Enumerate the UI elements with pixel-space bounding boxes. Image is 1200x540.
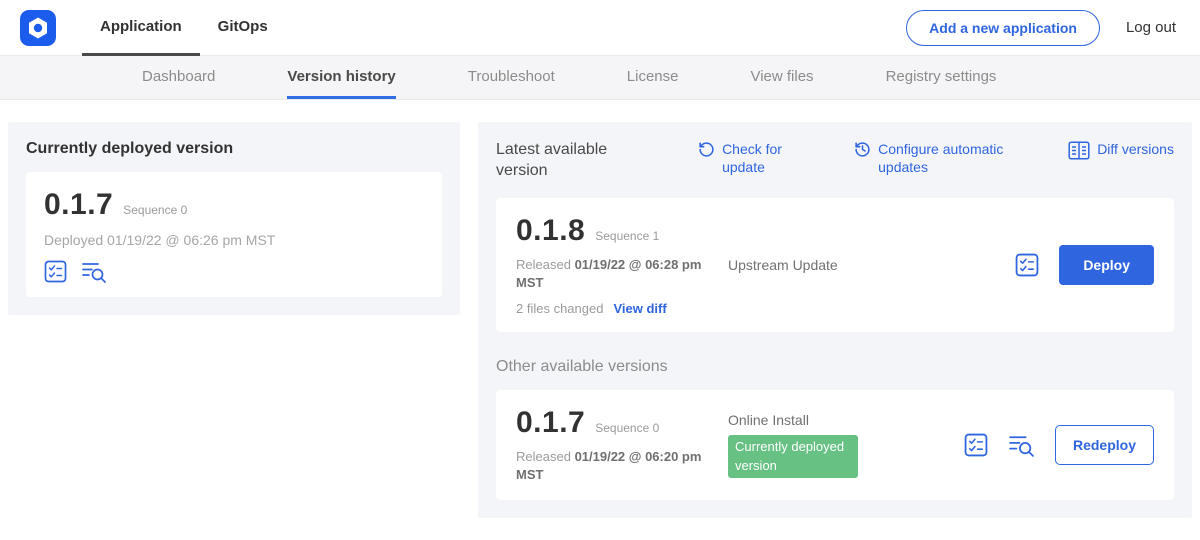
latest-release-actions: Deploy xyxy=(1015,245,1154,285)
deployed-version-card: 0.1.7 Sequence 0 Deployed 01/19/22 @ 06:… xyxy=(26,172,442,297)
diff-versions-link[interactable]: Diff versions xyxy=(1068,140,1174,160)
released-prefix: Released xyxy=(516,257,571,272)
tab-gitops[interactable]: GitOps xyxy=(200,0,286,56)
add-new-application-button[interactable]: Add a new application xyxy=(906,10,1100,46)
deployed-card-actions xyxy=(44,260,424,283)
check-for-update-link[interactable]: Check for update xyxy=(698,140,794,176)
view-diff-link[interactable]: View diff xyxy=(613,301,666,316)
latest-release-source: Upstream Update xyxy=(728,257,1015,273)
currently-deployed-panel: Currently deployed version 0.1.7 Sequenc… xyxy=(8,122,460,315)
top-tabs: Application GitOps xyxy=(82,0,286,56)
files-changed-row: 2 files changed View diff xyxy=(516,301,728,316)
other-available-versions-title: Other available versions xyxy=(496,358,1174,376)
latest-sequence-label: Sequence 1 xyxy=(595,229,659,243)
auto-update-clock-icon xyxy=(854,141,871,158)
subnav-item-license[interactable]: License xyxy=(627,56,679,99)
tab-application[interactable]: Application xyxy=(82,0,200,56)
main-content: Currently deployed version 0.1.7 Sequenc… xyxy=(0,100,1200,540)
configure-automatic-updates-link[interactable]: Configure automatic updates xyxy=(854,140,1008,176)
other-release-info: 0.1.7 Sequence 0 Released 01/19/22 @ 06:… xyxy=(516,406,728,484)
other-release-card: 0.1.7 Sequence 0 Released 01/19/22 @ 06:… xyxy=(496,390,1174,500)
other-released-timestamp: Released 01/19/22 @ 06:20 pm MST xyxy=(516,448,714,484)
deployed-version-row: 0.1.7 Sequence 0 xyxy=(44,188,424,222)
deployed-timestamp: Deployed 01/19/22 @ 06:26 pm MST xyxy=(44,232,424,248)
currently-deployed-badge: Currently deployed version xyxy=(728,435,858,477)
deploy-button[interactable]: Deploy xyxy=(1059,245,1154,285)
deployed-version-number: 0.1.7 xyxy=(44,188,113,222)
diff-versions-table-icon xyxy=(1068,141,1090,160)
diff-versions-label: Diff versions xyxy=(1097,140,1174,158)
subnav-item-version-history[interactable]: Version history xyxy=(287,56,395,99)
view-diff-icon[interactable] xyxy=(1008,433,1035,457)
refresh-icon xyxy=(698,141,715,158)
other-release-source: Online Install Currently deployed versio… xyxy=(728,412,964,477)
other-release-actions: Redeploy xyxy=(964,425,1154,465)
subnav-item-registry-settings[interactable]: Registry settings xyxy=(886,56,997,99)
redeploy-button[interactable]: Redeploy xyxy=(1055,425,1154,465)
configure-automatic-updates-label: Configure automatic updates xyxy=(878,140,1008,176)
release-notes-icon[interactable] xyxy=(44,260,67,283)
other-version-number: 0.1.7 xyxy=(516,406,585,440)
available-versions-header: Latest available version Check for updat… xyxy=(496,140,1174,182)
latest-available-title: Latest available version xyxy=(496,140,638,182)
top-navbar: Application GitOps Add a new application… xyxy=(0,0,1200,56)
topnav-right: Add a new application Log out xyxy=(906,10,1200,46)
latest-released-timestamp: Released 01/19/22 @ 06:28 pm MST xyxy=(516,256,714,292)
files-changed-label: 2 files changed xyxy=(516,301,603,316)
deployed-sequence-label: Sequence 0 xyxy=(123,203,187,217)
view-diff-icon[interactable] xyxy=(81,260,107,283)
other-sequence-label: Sequence 0 xyxy=(595,421,659,435)
release-notes-icon[interactable] xyxy=(964,433,988,457)
available-versions-panel: Latest available version Check for updat… xyxy=(478,122,1192,518)
install-type-label: Online Install xyxy=(728,412,954,428)
subnav-item-dashboard[interactable]: Dashboard xyxy=(142,56,215,99)
check-for-update-label: Check for update xyxy=(722,140,794,176)
release-notes-icon[interactable] xyxy=(1015,253,1039,277)
latest-version-number: 0.1.8 xyxy=(516,214,585,248)
logout-link[interactable]: Log out xyxy=(1126,19,1176,36)
subnav-item-troubleshoot[interactable]: Troubleshoot xyxy=(468,56,555,99)
latest-release-card: 0.1.8 Sequence 1 Released 01/19/22 @ 06:… xyxy=(496,198,1174,332)
subnav-item-view-files[interactable]: View files xyxy=(750,56,813,99)
app-subnav: Dashboard Version history Troubleshoot L… xyxy=(0,56,1200,100)
latest-release-info: 0.1.8 Sequence 1 Released 01/19/22 @ 06:… xyxy=(516,214,728,316)
currently-deployed-title: Currently deployed version xyxy=(26,140,442,158)
app-logo-shield-icon[interactable] xyxy=(20,10,56,46)
released-prefix: Released xyxy=(516,449,571,464)
